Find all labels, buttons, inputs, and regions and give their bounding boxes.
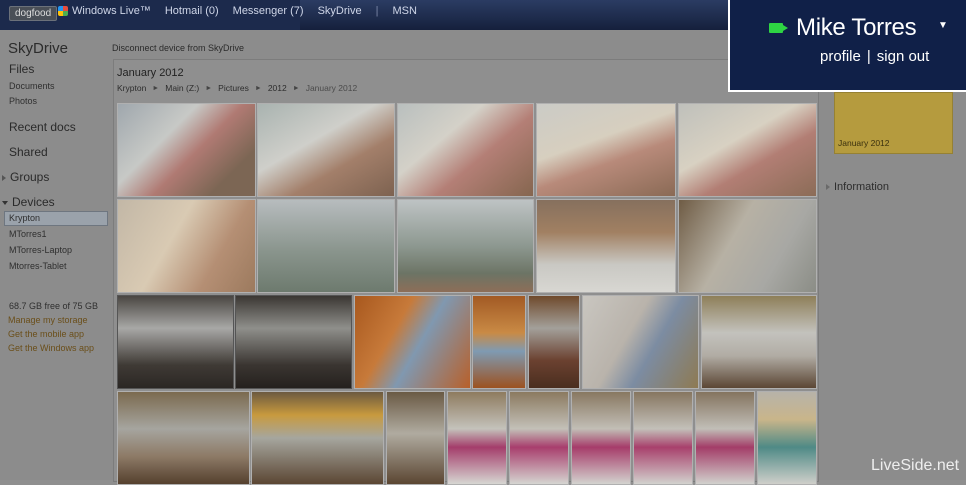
profile-link[interactable]: profile [820, 48, 861, 65]
photo-thumbnail[interactable] [257, 199, 395, 293]
breadcrumb-arrow-icon: ► [152, 84, 160, 92]
storage-status: 68.7 GB free of 75 GB [9, 301, 99, 311]
expand-arrow-icon [826, 184, 830, 191]
folder-title: January 2012 [117, 67, 184, 79]
breadcrumb-arrow-icon: ► [205, 84, 213, 92]
breadcrumb: Krypton ► Main (Z:) ► Pictures ► 2012 ► … [117, 83, 357, 93]
nav-separator: | [375, 5, 379, 17]
photo-thumbnail[interactable] [678, 199, 817, 293]
nav-messenger[interactable]: Messenger (7) [233, 5, 304, 17]
device-item-krypton[interactable]: Krypton [9, 213, 40, 223]
windows-live-link[interactable]: Windows Live™ [58, 5, 151, 17]
sidebar-title[interactable]: SkyDrive [8, 40, 68, 57]
photo-thumbnail[interactable] [447, 391, 507, 485]
photo-thumbnail[interactable] [354, 295, 471, 389]
photo-thumbnail[interactable] [257, 103, 395, 197]
sidebar-item-groups[interactable]: Groups [2, 170, 49, 184]
photo-thumbnail[interactable] [695, 391, 755, 485]
breadcrumb-2012[interactable]: 2012 [268, 83, 287, 93]
sign-out-link[interactable]: sign out [877, 48, 930, 65]
photo-thumbnail[interactable] [509, 391, 569, 485]
nav-hotmail[interactable]: Hotmail (0) [165, 5, 219, 17]
nav-skydrive[interactable]: SkyDrive [318, 5, 362, 17]
collapse-arrow-icon [2, 200, 8, 205]
messenger-status-icon [769, 23, 788, 33]
manage-storage-link[interactable]: Manage my storage [8, 315, 88, 325]
photo-thumbnail[interactable] [386, 391, 445, 485]
information-section[interactable]: Information [826, 181, 889, 193]
photo-thumbnail[interactable] [582, 295, 699, 389]
photo-thumbnail[interactable] [472, 295, 526, 389]
user-name[interactable]: Mike Torres [796, 14, 917, 42]
breadcrumb-arrow-icon: ► [254, 84, 262, 92]
watermark: LiveSide.net [871, 457, 960, 474]
photo-thumbnail[interactable] [571, 391, 631, 485]
photo-thumbnail[interactable] [536, 103, 676, 197]
breadcrumb-krypton[interactable]: Krypton [117, 83, 146, 93]
photo-thumbnail[interactable] [528, 295, 580, 389]
photo-thumbnail[interactable] [117, 103, 256, 197]
breadcrumb-current: January 2012 [305, 83, 358, 93]
breadcrumb-main[interactable]: Main (Z:) [165, 83, 199, 93]
folder-preview-card[interactable]: January 2012 [834, 92, 953, 154]
mobile-app-link[interactable]: Get the mobile app [8, 329, 84, 339]
disconnect-device-link[interactable]: Disconnect device from SkyDrive [112, 43, 244, 53]
user-menu-caret-icon[interactable]: ▼ [938, 20, 948, 31]
sidebar-item-shared[interactable]: Shared [9, 145, 48, 159]
nav-msn[interactable]: MSN [392, 5, 416, 17]
device-item-mtorres-tablet[interactable]: Mtorres-Tablet [9, 261, 67, 271]
photo-thumbnail[interactable] [251, 391, 384, 485]
sidebar-item-files[interactable]: Files [9, 62, 34, 76]
breadcrumb-pictures[interactable]: Pictures [218, 83, 249, 93]
sidebar-item-devices[interactable]: Devices [2, 195, 55, 209]
photo-thumbnail[interactable] [235, 295, 352, 389]
expand-arrow-icon [2, 174, 6, 181]
windows-logo-icon [58, 6, 68, 16]
sidebar-item-recent-docs[interactable]: Recent docs [9, 120, 76, 134]
device-item-mtorres-laptop[interactable]: MTorres-Laptop [9, 245, 72, 255]
photo-thumbnail[interactable] [117, 295, 234, 389]
device-item-mtorres1[interactable]: MTorres1 [9, 229, 47, 239]
environment-badge: dogfood [9, 6, 58, 21]
photo-thumbnail[interactable] [536, 199, 676, 293]
sidebar-item-photos[interactable]: Photos [9, 96, 37, 106]
photo-thumbnail[interactable] [397, 103, 534, 197]
photo-thumbnail[interactable] [117, 199, 256, 293]
photo-thumbnail[interactable] [117, 391, 250, 485]
sidebar-item-documents[interactable]: Documents [9, 81, 55, 91]
breadcrumb-arrow-icon: ► [292, 84, 300, 92]
photo-thumbnail[interactable] [701, 295, 817, 389]
photo-thumbnail[interactable] [633, 391, 693, 485]
photo-thumbnail[interactable] [397, 199, 534, 293]
user-links-separator: | [866, 48, 871, 65]
photo-thumbnail[interactable] [678, 103, 817, 197]
windows-app-link[interactable]: Get the Windows app [8, 343, 94, 353]
folder-preview-label: January 2012 [838, 138, 890, 148]
photo-thumbnail[interactable] [757, 391, 817, 485]
user-links: profile | sign out [820, 48, 929, 65]
top-nav-links: Windows Live™ Hotmail (0) Messenger (7) … [58, 5, 417, 17]
